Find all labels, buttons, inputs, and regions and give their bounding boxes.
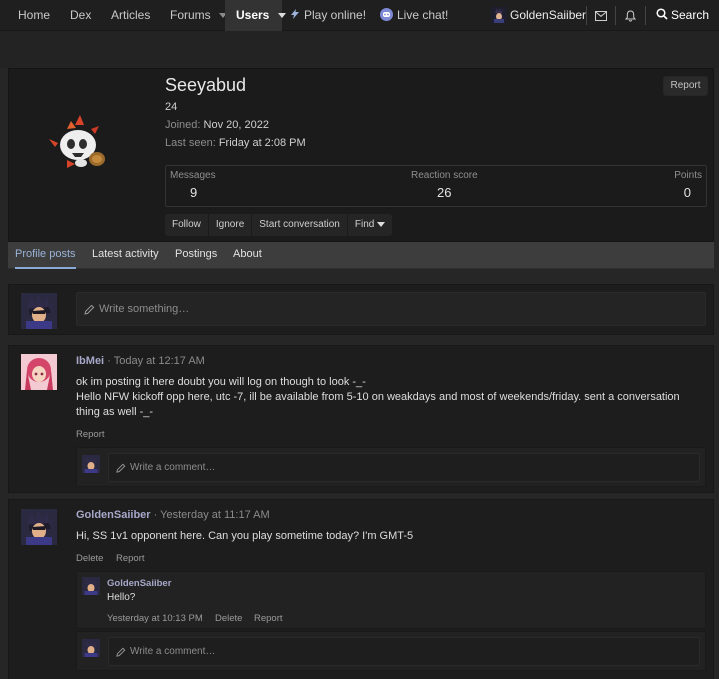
find-label: Find [354,219,375,230]
profile-actions: Follow Ignore Start conversation Find [165,214,393,236]
comment-input[interactable]: Write a comment… [108,637,700,666]
reaction-score-label: Reaction score [411,170,478,181]
profile-age: 24 [165,101,178,113]
profile-lastseen: Last seen: Friday at 2:08 PM [165,137,306,149]
post-time[interactable]: Today at 12:17 AM [114,355,205,367]
pencil-icon [84,304,95,315]
post-author[interactable]: IbMei [76,355,104,367]
user-avatar [491,7,507,23]
report-link[interactable]: Report [116,553,145,564]
comment-report-link[interactable]: Report [254,613,283,624]
tab-profile-posts[interactable]: Profile posts [15,242,76,269]
lastseen-value[interactable]: Friday at 2:08 PM [219,137,306,149]
profile-post-input[interactable]: Write something… [76,292,706,326]
nav-home[interactable]: Home [18,0,50,31]
post-header: IbMei · Today at 12:17 AM [76,355,205,367]
search-button[interactable]: Search [656,0,709,31]
points-label: Points [674,170,702,181]
profile-post: IbMei · Today at 12:17 AM ok im posting … [8,345,714,493]
separator: · [153,509,158,521]
start-conversation-button[interactable]: Start conversation [251,214,347,236]
account-menu[interactable]: GoldenSaiiber [491,0,586,31]
search-label: Search [671,8,710,22]
nav-play-label: Play online! [304,8,367,22]
nav-chat-label: Live chat! [397,8,449,22]
follow-button[interactable]: Follow [165,214,208,236]
find-button[interactable]: Find [346,214,392,236]
sub-navbar [0,31,719,68]
chevron-down-icon [377,221,386,227]
post-time[interactable]: Yesterday at 11:17 AM [160,509,269,521]
profile-header: Seeyabud 24 Joined: Nov 20, 2022 Last se… [8,68,714,242]
play-bolt-icon [291,9,299,19]
comment-delete-link[interactable]: Delete [215,613,242,624]
joined-date: Nov 20, 2022 [203,119,269,131]
bell-icon[interactable] [620,0,640,31]
avatar[interactable] [21,354,57,390]
avatar[interactable] [82,639,100,657]
nav-divider [615,6,616,25]
top-navbar: Home Dex Articles Forums Users Play onli… [0,0,719,31]
reaction-score-value[interactable]: 26 [437,185,451,200]
avatar[interactable] [21,509,57,545]
comment-placeholder: Write a comment… [130,462,216,473]
avatar[interactable] [21,293,57,329]
comment: GoldenSaiiber Hello? Yesterday at 10:13 … [76,571,706,629]
comment-author[interactable]: GoldenSaiiber [107,578,171,589]
tab-about[interactable]: About [233,242,262,269]
comment-input[interactable]: Write a comment… [108,453,700,482]
messages-label: Messages [170,170,216,181]
profile-post-placeholder: Write something… [99,303,190,315]
tab-postings[interactable]: Postings [175,242,217,269]
ignore-button[interactable]: Ignore [207,214,251,236]
points-value[interactable]: 0 [684,185,691,200]
nav-dex[interactable]: Dex [70,0,91,31]
account-username: GoldenSaiiber [510,8,587,22]
post-line-3: thing as well -_- [76,406,154,418]
nav-users-label: Users [236,8,270,22]
search-icon [656,8,668,20]
delete-link[interactable]: Delete [76,553,103,564]
nav-divider [645,6,646,25]
post-line-2: Hello NFW kickoff opp here, utc -7, ill … [76,391,680,403]
profile-stats: Messages 9 Reaction score 26 Points 0 [165,165,707,207]
messages-count[interactable]: 9 [190,185,197,200]
comment-placeholder: Write a comment… [130,646,216,657]
comment-area: Write a comment… [76,447,706,487]
nav-forums[interactable]: Forums [170,0,228,31]
joined-label: Joined: [165,119,201,131]
post-text: Hi, SS 1v1 opponent here. Can you play s… [76,530,414,542]
pencil-icon [116,463,126,473]
nav-users[interactable]: Users [225,0,286,31]
profile-tabs: Profile posts Latest activity Postings A… [8,242,714,269]
profile-username: Seeyabud [165,75,247,95]
profile-post: GoldenSaiiber · Yesterday at 11:17 AM Hi… [8,499,714,679]
separator: · [107,355,111,367]
comment-text: Hello? [107,592,136,603]
report-button[interactable]: Report [663,76,708,96]
profile-avatar[interactable] [45,111,117,183]
nav-play-online[interactable]: Play online! [289,0,366,31]
avatar[interactable] [82,455,100,473]
comment-area: Write a comment… [76,631,706,671]
mail-icon[interactable] [591,0,611,31]
lastseen-label: Last seen: [165,137,216,149]
discord-icon [380,8,393,21]
nav-articles[interactable]: Articles [111,0,150,31]
post-header: GoldenSaiiber · Yesterday at 11:17 AM [76,509,270,521]
nav-live-chat[interactable]: Live chat! [380,0,448,31]
avatar[interactable] [82,577,100,595]
post-author[interactable]: GoldenSaiiber [76,509,151,521]
pencil-icon [116,647,126,657]
comment-time[interactable]: Yesterday at 10:13 PM [107,613,203,624]
post-line-1: ok im posting it here doubt you will log… [76,376,366,388]
report-link[interactable]: Report [76,429,105,440]
profile-post-composer: Write something… [8,284,714,335]
nav-divider [586,6,587,25]
tab-latest-activity[interactable]: Latest activity [92,242,159,269]
profile-joined: Joined: Nov 20, 2022 [165,119,269,131]
nav-forums-label: Forums [170,8,211,22]
chevron-down-icon[interactable] [277,13,286,19]
